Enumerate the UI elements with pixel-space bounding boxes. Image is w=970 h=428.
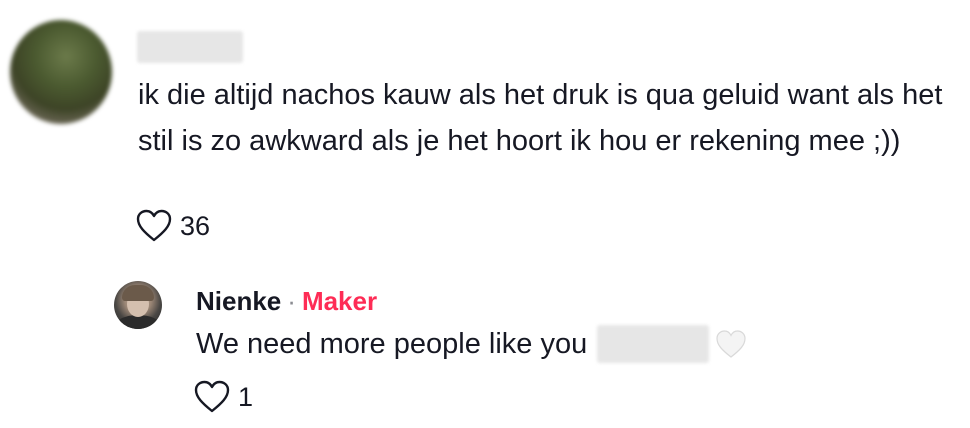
reply-author[interactable]: Nienke	[196, 286, 281, 316]
reply-header: Nienke · Maker	[196, 284, 377, 318]
separator-dot: ·	[287, 286, 296, 316]
mention-redacted[interactable]	[597, 325, 710, 363]
avatar[interactable]	[10, 20, 112, 124]
username-redacted[interactable]	[137, 31, 243, 63]
reply-text: We need more people like you	[196, 328, 588, 360]
avatar[interactable]	[114, 281, 162, 329]
heart-icon[interactable]	[194, 380, 230, 414]
like-count: 1	[238, 381, 254, 412]
heart-icon[interactable]	[136, 209, 172, 243]
avatar-shirt	[116, 315, 160, 329]
like-button[interactable]: 1	[194, 380, 253, 414]
reply-text-row: We need more people like you	[196, 325, 747, 363]
white-heart-icon	[716, 330, 746, 358]
like-button[interactable]: 36	[136, 209, 210, 243]
like-count: 36	[180, 210, 211, 241]
maker-badge: Maker	[301, 286, 378, 316]
avatar-hair	[122, 285, 154, 301]
comment-text: ik die altijd nachos kauw als het druk i…	[138, 79, 943, 157]
